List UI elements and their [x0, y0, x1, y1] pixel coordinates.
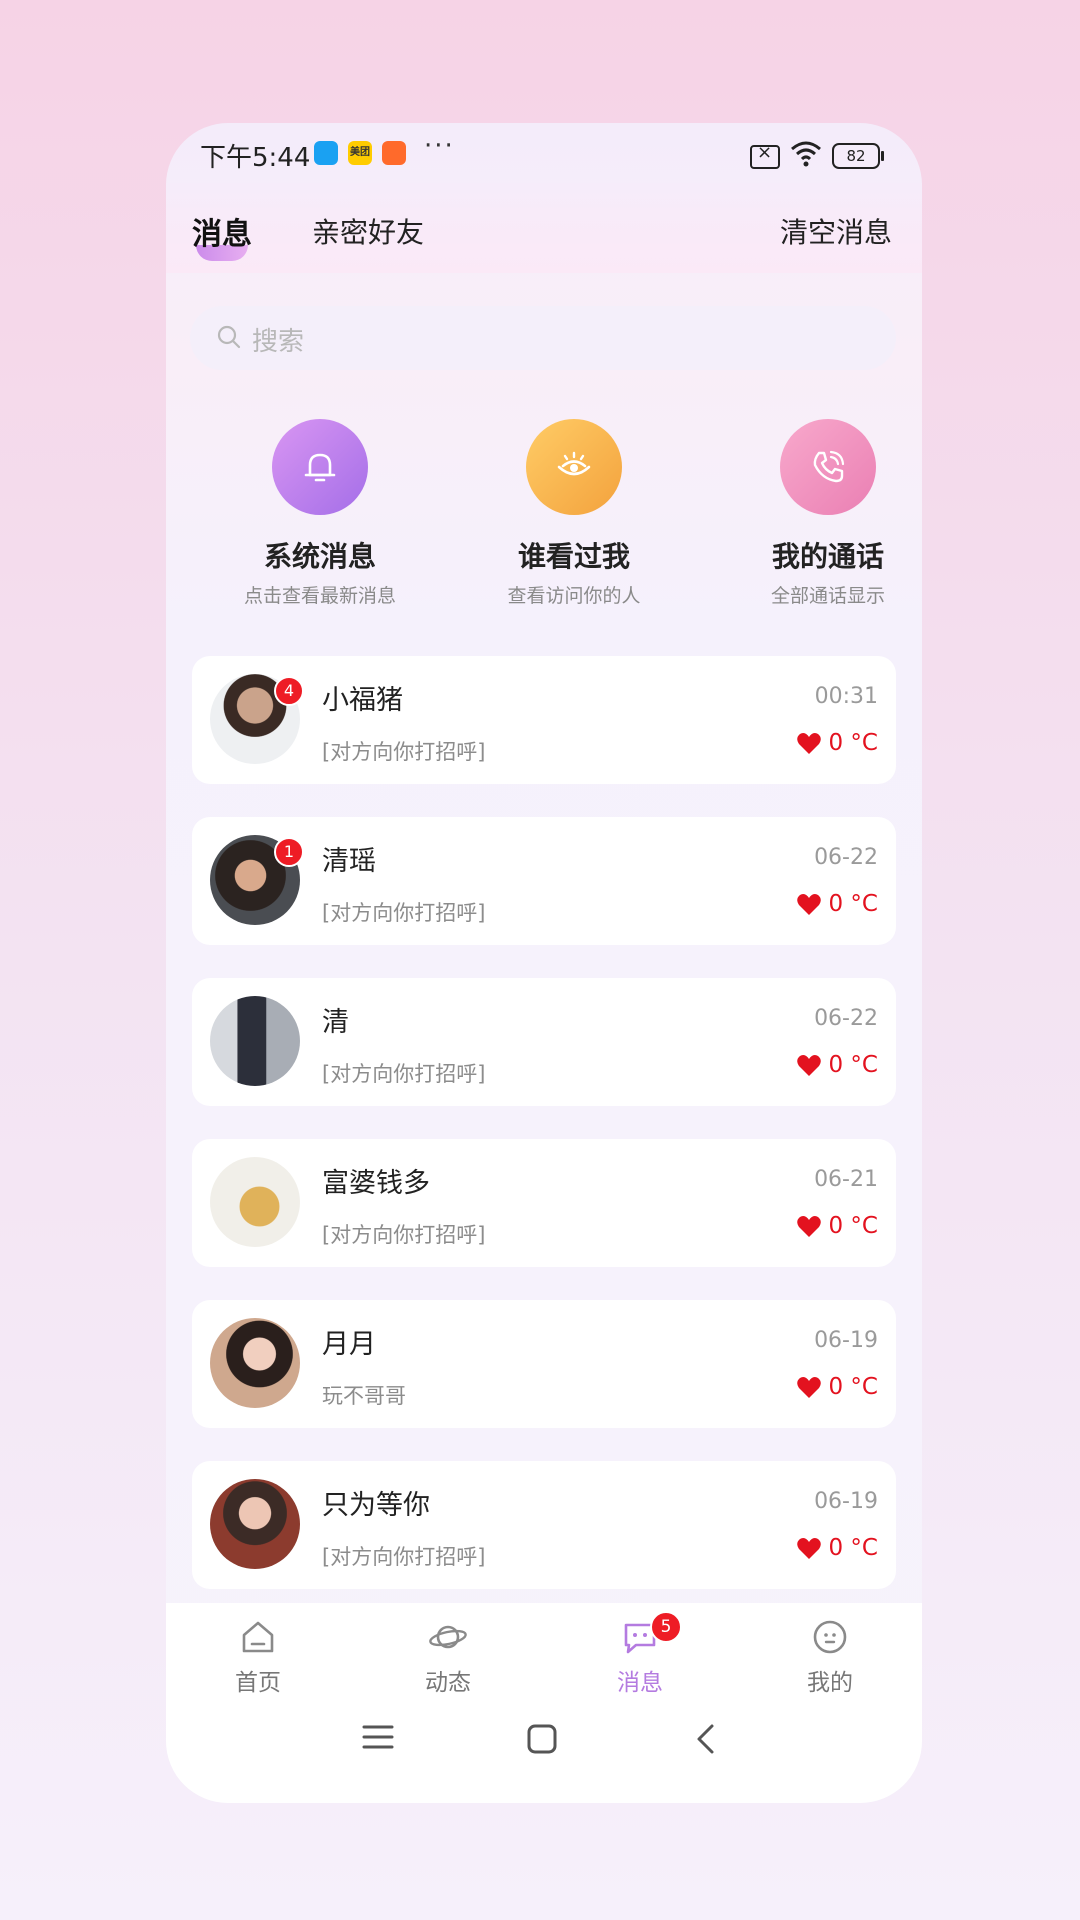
battery-indicator: 82	[832, 143, 884, 169]
intimacy-temperature: 0 °C	[828, 730, 878, 756]
message-time: 06-22	[814, 845, 878, 870]
heart-icon	[797, 1538, 821, 1559]
quick-entry-title: 谁看过我	[517, 540, 630, 573]
nav-messages[interactable]: 5 消息	[580, 1611, 700, 1697]
message-time: 06-21	[814, 1167, 878, 1192]
clear-messages-button[interactable]: 清空消息	[780, 211, 892, 251]
avatar[interactable]	[210, 996, 300, 1086]
message-preview: [对方向你打招呼]	[322, 1545, 486, 1569]
planet-icon	[429, 1625, 467, 1649]
heart-icon	[797, 1055, 821, 1076]
shopping-app-icon	[382, 141, 406, 165]
system-messages-entry[interactable]: 系统消息 点击查看最新消息	[220, 419, 420, 608]
intimacy-temperature: 0 °C	[828, 1374, 878, 1400]
message-preview: [对方向你打招呼]	[322, 1223, 486, 1247]
contact-name: 富婆钱多	[322, 1168, 430, 1199]
contact-name: 只为等你	[322, 1490, 430, 1521]
search-icon	[217, 325, 241, 349]
avatar[interactable]	[210, 1318, 300, 1408]
nav-label: 首页	[235, 1670, 281, 1696]
home-icon	[242, 1621, 274, 1653]
message-preview: [对方向你打招呼]	[322, 1062, 486, 1086]
message-time: 06-22	[814, 1006, 878, 1031]
intimacy-temperature: 0 °C	[828, 891, 878, 917]
heart-icon	[797, 1377, 821, 1398]
header-tabs: 消息 亲密好友 清空消息	[166, 183, 922, 273]
contact-name: 清瑶	[322, 846, 376, 877]
quick-entry-subtitle: 全部通话显示	[770, 585, 885, 607]
intimacy-temperature: 0 °C	[828, 1213, 878, 1239]
intimacy-temperature: 0 °C	[828, 1535, 878, 1561]
nav-label: 动态	[425, 1670, 471, 1696]
message-preview: 玩不哥哥	[322, 1384, 406, 1408]
system-messages-badge	[272, 419, 368, 515]
nav-label: 消息	[617, 1670, 663, 1696]
phone-icon	[813, 450, 845, 483]
nav-home[interactable]: 首页	[198, 1617, 318, 1697]
phone-screen: 下午5:44 美团 ··· 82 消息 亲密好友 清空消息 搜索	[166, 123, 922, 1803]
heart-icon	[797, 894, 821, 915]
message-time: 00:31	[814, 684, 878, 709]
unread-total-badge: 5	[650, 1611, 682, 1643]
unread-count-badge: 4	[274, 676, 304, 706]
wifi-icon	[791, 141, 821, 167]
heart-icon	[797, 733, 821, 754]
heart-icon	[797, 1216, 821, 1237]
my-calls-badge	[780, 419, 876, 515]
contact-name: 小福猪	[322, 685, 403, 716]
message-preview: [对方向你打招呼]	[322, 901, 486, 925]
tab-close-friends[interactable]: 亲密好友	[312, 211, 424, 251]
quick-entry-title: 我的通话	[771, 540, 884, 573]
quick-entry-title: 系统消息	[263, 540, 376, 573]
message-preview: [对方向你打招呼]	[322, 740, 486, 764]
nav-label: 我的	[807, 1670, 853, 1696]
avatar[interactable]	[210, 1157, 300, 1247]
avatar[interactable]	[210, 1479, 300, 1569]
contact-name: 清	[322, 1007, 349, 1038]
message-time: 06-19	[814, 1328, 878, 1353]
app-notification-icon	[314, 141, 338, 165]
search-placeholder: 搜索	[252, 327, 305, 357]
home-button-icon[interactable]	[526, 1723, 558, 1755]
conversation-item[interactable]: 清 [对方向你打招呼] 06-22 0 °C	[192, 978, 896, 1106]
no-sim-icon	[750, 142, 780, 169]
nav-profile[interactable]: 我的	[770, 1617, 890, 1697]
contact-name: 月月	[322, 1329, 376, 1360]
bell-icon	[304, 453, 336, 482]
quick-entry-subtitle: 点击查看最新消息	[243, 585, 396, 607]
meituan-icon: 美团	[348, 141, 372, 165]
nav-feed[interactable]: 动态	[388, 1617, 508, 1697]
my-calls-entry[interactable]: 我的通话 全部通话显示	[728, 419, 922, 608]
who-viewed-me-badge	[526, 419, 622, 515]
tab-messages[interactable]: 消息	[192, 209, 252, 253]
conversation-item[interactable]: 富婆钱多 [对方向你打招呼] 06-21 0 °C	[192, 1139, 896, 1267]
search-input[interactable]: 搜索	[190, 306, 896, 370]
face-icon	[813, 1620, 847, 1654]
unread-count-badge: 1	[274, 837, 304, 867]
who-viewed-me-entry[interactable]: 谁看过我 查看访问你的人	[474, 419, 674, 608]
menu-icon[interactable]	[362, 1723, 394, 1751]
status-time: 下午5:44	[200, 143, 311, 173]
back-icon[interactable]	[694, 1723, 718, 1755]
eye-icon	[557, 451, 591, 476]
conversation-item[interactable]: 月月 玩不哥哥 06-19 0 °C	[192, 1300, 896, 1428]
intimacy-temperature: 0 °C	[828, 1052, 878, 1078]
quick-entry-subtitle: 查看访问你的人	[507, 585, 641, 607]
more-notifications-icon: ···	[424, 131, 455, 161]
status-bar: 下午5:44 美团 ··· 82	[166, 123, 922, 183]
bottom-navigation: 首页 动态 5 消息 我的	[166, 1603, 922, 1803]
conversation-item[interactable]: 4 小福猪 [对方向你打招呼] 00:31 0 °C	[192, 656, 896, 784]
conversation-item[interactable]: 1 清瑶 [对方向你打招呼] 06-22 0 °C	[192, 817, 896, 945]
message-time: 06-19	[814, 1489, 878, 1514]
conversation-item[interactable]: 只为等你 [对方向你打招呼] 06-19 0 °C	[192, 1461, 896, 1589]
